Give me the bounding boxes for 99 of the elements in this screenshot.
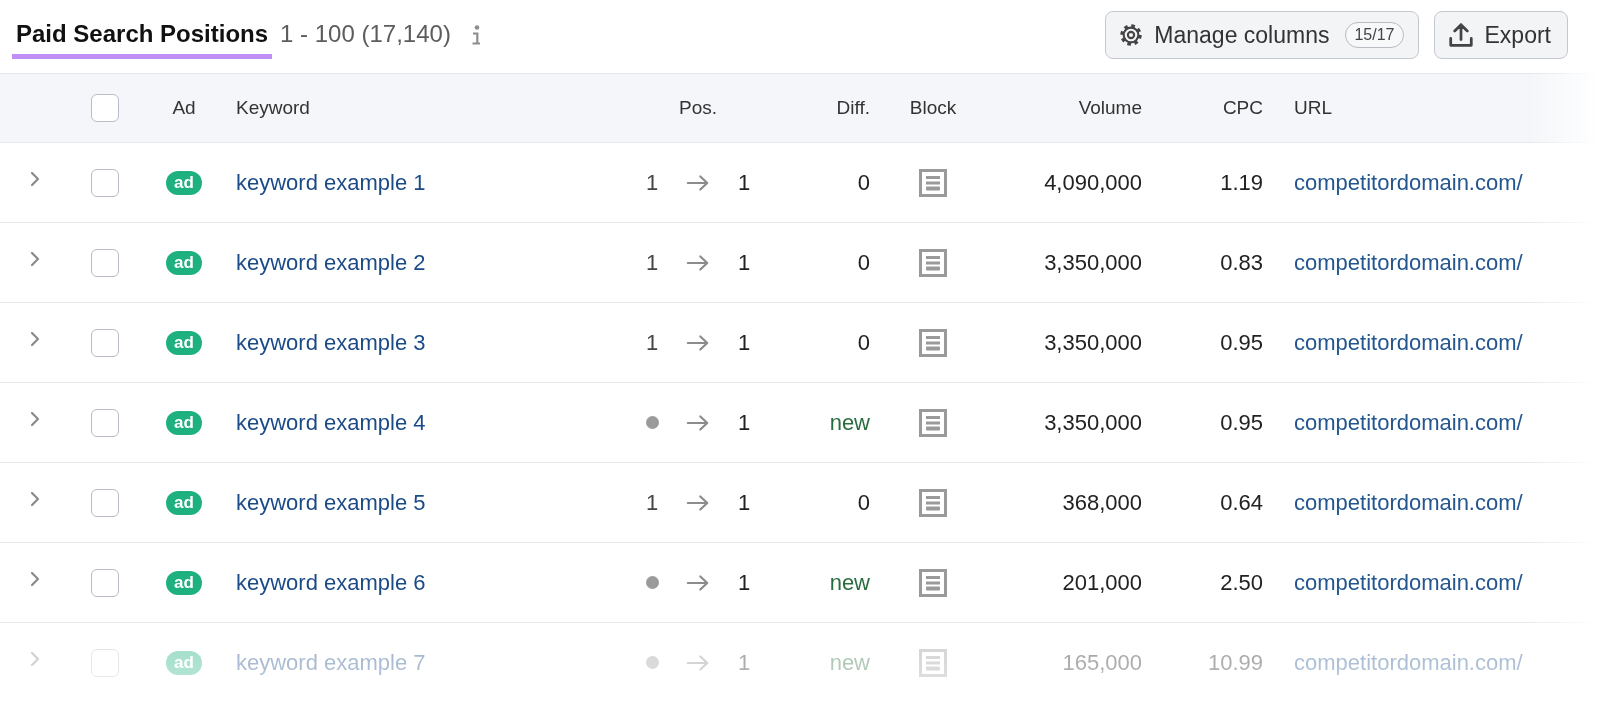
ad-badge: ad (166, 410, 202, 435)
position-change: new (829, 409, 870, 436)
chevron-icon[interactable] (30, 410, 40, 427)
checkbox[interactable] (91, 568, 119, 597)
column-header: URL (1294, 97, 1332, 119)
page-block-icon[interactable] (919, 568, 947, 597)
export-button[interactable]: Export (1433, 11, 1568, 59)
arrow-icon (686, 573, 710, 592)
column-header: Volume (1078, 97, 1142, 119)
current-position: 1 (737, 489, 751, 516)
page-title: Paid Search Positions (12, 19, 273, 59)
checkbox[interactable] (91, 488, 119, 517)
page-block-icon[interactable] (919, 408, 947, 437)
arrow-icon (686, 653, 710, 672)
column-header: Keyword (236, 97, 310, 119)
url-link[interactable]: competitordomain.com/ (1294, 249, 1523, 276)
position-change: 0 (857, 329, 870, 356)
chevron-icon[interactable] (30, 570, 40, 587)
cpc-value: 0.64 (1220, 489, 1263, 516)
column-header: Pos. (679, 97, 717, 119)
gear-icon (1120, 24, 1143, 46)
volume-value: 4,090,000 (1044, 169, 1142, 196)
cpc-value: 10.99 (1207, 649, 1263, 676)
keyword-link[interactable]: keyword example 3 (236, 329, 426, 356)
chevron-icon[interactable] (30, 490, 40, 507)
volume-value: 3,350,000 (1044, 249, 1142, 276)
url-link[interactable]: competitordomain.com/ (1294, 409, 1523, 436)
current-position: 1 (737, 169, 751, 196)
url-link[interactable]: competitordomain.com/ (1294, 489, 1523, 516)
upload-icon (1448, 23, 1473, 47)
dot-icon (645, 576, 659, 589)
dot-icon (645, 416, 659, 429)
volume-value: 165,000 (1062, 649, 1142, 676)
previous-position: 1 (645, 329, 659, 356)
cpc-value: 0.83 (1220, 249, 1263, 276)
checkbox[interactable] (91, 648, 119, 677)
current-position: 1 (737, 409, 751, 436)
page-block-icon[interactable] (919, 648, 947, 677)
keyword-link[interactable]: keyword example 6 (236, 569, 426, 596)
keyword-link[interactable]: keyword example 4 (236, 409, 426, 436)
position-change: 0 (857, 169, 870, 196)
previous-position: 1 (645, 249, 659, 276)
chevron-icon[interactable] (30, 250, 40, 267)
volume-value: 3,350,000 (1044, 409, 1142, 436)
cpc-value: 0.95 (1220, 329, 1263, 356)
ad-badge: ad (166, 330, 202, 355)
arrow-icon (686, 493, 710, 512)
checkbox[interactable] (91, 328, 119, 357)
column-header: Diff. (836, 97, 870, 119)
dot-icon (645, 656, 659, 669)
current-position: 1 (737, 649, 751, 676)
page-block-icon[interactable] (919, 248, 947, 277)
position-change: new (829, 649, 870, 676)
position-change: new (829, 569, 870, 596)
url-link[interactable]: competitordomain.com/ (1294, 329, 1523, 356)
checkbox[interactable] (91, 94, 119, 122)
result-range: 1 - 100 (17,140) (280, 19, 451, 49)
cpc-value: 0.95 (1220, 409, 1263, 436)
volume-value: 368,000 (1062, 489, 1142, 516)
arrow-icon (686, 413, 710, 432)
page-block-icon[interactable] (919, 328, 947, 357)
column-count-badge: 15/17 (1345, 22, 1404, 48)
current-position: 1 (737, 329, 751, 356)
previous-position: 1 (645, 169, 659, 196)
chevron-icon[interactable] (30, 170, 40, 187)
volume-value: 3,350,000 (1044, 329, 1142, 356)
page-block-icon[interactable] (919, 168, 947, 197)
keyword-link[interactable]: keyword example 2 (236, 249, 426, 276)
url-link[interactable]: competitordomain.com/ (1294, 569, 1523, 596)
current-position: 1 (737, 569, 751, 596)
position-change: 0 (857, 489, 870, 516)
arrow-icon (686, 253, 710, 272)
info-icon[interactable] (470, 25, 481, 45)
keyword-link[interactable]: keyword example 5 (236, 489, 426, 516)
arrow-icon (686, 173, 710, 192)
checkbox[interactable] (91, 168, 119, 197)
chevron-icon[interactable] (30, 650, 40, 667)
ad-badge: ad (166, 170, 202, 195)
ad-badge: ad (166, 650, 202, 675)
previous-position: 1 (645, 489, 659, 516)
volume-value: 201,000 (1062, 569, 1142, 596)
ad-badge: ad (166, 490, 202, 515)
checkbox[interactable] (91, 408, 119, 437)
ad-badge: ad (166, 570, 202, 595)
page-block-icon[interactable] (919, 488, 947, 517)
url-link[interactable]: competitordomain.com/ (1294, 169, 1523, 196)
column-header: Ad (172, 97, 196, 119)
keyword-link[interactable]: keyword example 1 (236, 169, 426, 196)
chevron-icon[interactable] (30, 330, 40, 347)
checkbox[interactable] (91, 248, 119, 277)
current-position: 1 (737, 249, 751, 276)
position-change: 0 (857, 249, 870, 276)
manage-columns-button[interactable]: Manage columns 15/17 (1105, 11, 1419, 59)
column-header: Block (909, 97, 957, 119)
arrow-icon (686, 333, 710, 352)
cpc-value: 1.19 (1220, 169, 1263, 196)
ad-badge: ad (166, 250, 202, 275)
column-header: CPC (1222, 97, 1263, 119)
cpc-value: 2.50 (1220, 569, 1263, 596)
